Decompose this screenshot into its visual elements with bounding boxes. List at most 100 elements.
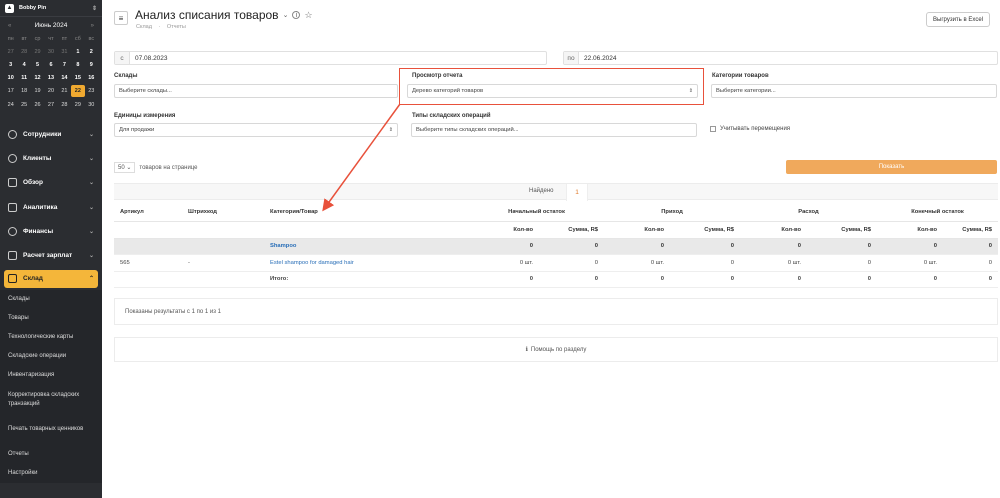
per-page-value: 50 xyxy=(118,165,125,171)
chart-icon xyxy=(8,202,17,212)
breadcrumb-item[interactable]: Отчеты xyxy=(167,24,186,30)
calendar-day[interactable]: 18 xyxy=(17,86,30,96)
calendar-day[interactable]: 13 xyxy=(44,73,57,83)
sidebar: ▲ Bobby Pin ⇕ « Июнь 2024 » пн вт ср чт пт сб… xyxy=(0,0,102,498)
date-to-field[interactable]: по 22.06.2024 xyxy=(563,51,998,65)
sidebar-item-label: Финансы xyxy=(23,227,54,235)
date-from-value: 07.08.2023 xyxy=(135,54,168,62)
calendar-day[interactable]: 8 xyxy=(71,60,84,70)
calendar-day[interactable]: 11 xyxy=(17,73,30,83)
col-sum[interactable]: Сумма, R$ xyxy=(943,221,998,239)
calendar-day[interactable]: 12 xyxy=(31,73,44,83)
col-qty[interactable]: Кол-во xyxy=(469,221,539,239)
sidebar-item-employees[interactable]: Сотрудники ⌄ xyxy=(0,122,102,146)
calendar-day[interactable]: 20 xyxy=(44,86,57,96)
calendar-day[interactable]: 30 xyxy=(85,100,98,110)
calendar-day[interactable]: 14 xyxy=(58,73,71,83)
submenu-item-warehouses[interactable]: Склады xyxy=(0,290,102,309)
date-from-field[interactable]: с 07.08.2023 xyxy=(114,51,547,65)
calendar-day[interactable]: 28 xyxy=(58,100,71,110)
col-article[interactable]: Артикул xyxy=(114,204,182,222)
menu-toggle-button[interactable]: ≡ xyxy=(114,11,128,25)
col-sum[interactable]: Сумма, R$ xyxy=(670,221,740,239)
product-link[interactable]: Estel shampoo for damaged hair xyxy=(270,260,354,266)
calendar-day[interactable]: 29 xyxy=(71,100,84,110)
calendar-prev-button[interactable]: « xyxy=(8,23,11,29)
show-button[interactable]: Показать xyxy=(786,160,997,174)
calendar-day[interactable]: 27 xyxy=(4,47,17,57)
sidebar-item-analytics[interactable]: Аналитика ⌄ xyxy=(0,195,102,219)
col-qty[interactable]: Кол-во xyxy=(740,221,807,239)
calendar-day[interactable]: 23 xyxy=(85,86,98,96)
submenu-item-reports[interactable]: Отчеты xyxy=(0,445,102,464)
breadcrumb-item[interactable]: Склад xyxy=(136,24,152,30)
submenu-item-settings[interactable]: Настройки xyxy=(0,464,102,483)
calendar-day[interactable]: 17 xyxy=(4,86,17,96)
calendar-next-button[interactable]: » xyxy=(91,23,94,29)
submenu-item-price-tags[interactable]: Печать товарных ценников xyxy=(0,415,102,445)
sidebar-item-payroll[interactable]: Расчет зарплат ⌄ xyxy=(0,243,102,267)
col-sum[interactable]: Сумма, R$ xyxy=(807,221,877,239)
calendar-day[interactable]: 16 xyxy=(85,73,98,83)
calendar-day[interactable]: 24 xyxy=(4,100,17,110)
calendar-day[interactable]: 30 xyxy=(44,47,57,57)
col-qty[interactable]: Кол-во xyxy=(877,221,943,239)
breadcrumb-separator: · xyxy=(158,24,161,30)
sidebar-item-clients[interactable]: Клиенты ⌄ xyxy=(0,146,102,170)
calendar-day[interactable]: 2 xyxy=(85,47,98,57)
calendar-day[interactable]: 31 xyxy=(58,47,71,57)
brand[interactable]: ▲ Bobby Pin ⇕ xyxy=(0,0,102,17)
calendar-day[interactable]: 27 xyxy=(44,100,57,110)
calendar-day[interactable]: 3 xyxy=(4,60,17,70)
calendar-day[interactable]: 9 xyxy=(85,60,98,70)
calendar-day[interactable]: 15 xyxy=(71,73,84,83)
warehouses-select[interactable]: Выберите склады... xyxy=(114,84,398,98)
sidebar-item-warehouse[interactable]: Склад ⌃ xyxy=(4,269,98,288)
submenu-item-inventory[interactable]: Инвентаризация xyxy=(0,366,102,385)
calendar-day[interactable]: 5 xyxy=(31,60,44,70)
col-barcode[interactable]: Штрихкод xyxy=(182,204,264,222)
submenu-item-products[interactable]: Товары xyxy=(0,309,102,328)
movements-checkbox[interactable]: Учитывать перемещения xyxy=(710,126,790,132)
export-excel-button[interactable]: Выгрузить в Excel xyxy=(926,12,990,27)
sidebar-item-finance[interactable]: Финансы ⌄ xyxy=(0,219,102,243)
calendar-day[interactable]: 6 xyxy=(44,60,57,70)
page-title-text: Анализ списания товаров xyxy=(135,8,279,22)
category-link[interactable]: Shampoo xyxy=(270,243,296,249)
calendar-day[interactable]: 7 xyxy=(58,60,71,70)
chevron-up-down-icon: ⇕ xyxy=(91,5,97,12)
submenu-item-tech-cards[interactable]: Технологические карты xyxy=(0,328,102,347)
star-icon[interactable]: ☆ xyxy=(304,10,312,21)
sidebar-item-overview[interactable]: Обзор ⌄ xyxy=(0,171,102,195)
calendar-day[interactable]: 10 xyxy=(4,73,17,83)
units-select[interactable]: Для продажи ⇕ xyxy=(114,123,398,137)
submenu-item-corrections[interactable]: Корректировка складских транзакций xyxy=(0,385,102,415)
chevron-down-icon[interactable]: ⌄ xyxy=(283,11,289,19)
help-label: Помощь по разделу xyxy=(530,346,587,353)
sidebar-item-label: Склад xyxy=(23,275,43,283)
calendar-day[interactable]: 26 xyxy=(31,100,44,110)
calendar-day[interactable]: 22 xyxy=(71,85,85,97)
per-page-select[interactable]: 50 ⌄ xyxy=(114,162,136,173)
calendar-day[interactable]: 29 xyxy=(31,47,44,57)
col-sum[interactable]: Сумма, R$ xyxy=(539,221,604,239)
help-link[interactable]: ℹ Помощь по разделу xyxy=(114,337,998,362)
submenu-item-operations[interactable]: Складские операции xyxy=(0,347,102,366)
chevron-down-icon: ⌄ xyxy=(88,228,94,235)
cell-value: 0 шт. xyxy=(877,254,943,272)
calendar-day[interactable]: 25 xyxy=(17,100,30,110)
calendar-weekday: вт xyxy=(21,36,27,42)
calendar-day[interactable]: 19 xyxy=(31,86,44,96)
coin-icon xyxy=(8,226,17,236)
categories-select[interactable]: Выберите категории... xyxy=(711,84,997,98)
calendar-day[interactable]: 4 xyxy=(17,60,30,70)
col-qty[interactable]: Кол-во xyxy=(604,221,670,239)
cell-value: 0 xyxy=(469,271,539,289)
calendar-day[interactable]: 1 xyxy=(71,47,84,57)
calendar-day[interactable]: 28 xyxy=(17,47,30,57)
col-category[interactable]: Категория/Товар xyxy=(264,204,469,222)
calendar-day[interactable]: 21 xyxy=(58,86,71,96)
info-icon[interactable]: i xyxy=(292,11,301,19)
cell-value: 0 xyxy=(807,271,877,289)
operation-types-select[interactable]: Выберите типы складских операций... xyxy=(411,123,697,137)
